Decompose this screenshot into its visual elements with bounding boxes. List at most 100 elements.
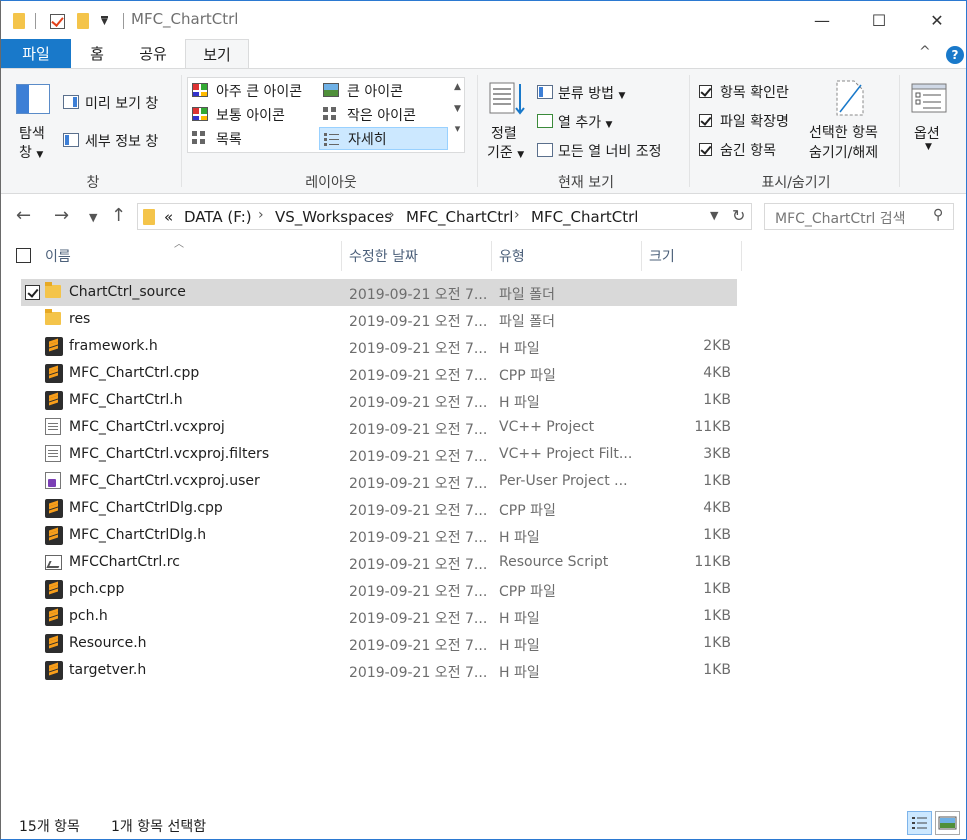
layout-extra-large-icons[interactable]: 아주 큰 아이콘	[188, 79, 320, 102]
fit-columns-button[interactable]: 모든 열 너비 조정	[558, 141, 662, 161]
add-column-button[interactable]: 열 추가 ▼	[558, 112, 612, 132]
search-icon[interactable]: ⚲	[933, 207, 943, 223]
layout-list[interactable]: 목록	[188, 127, 320, 150]
search-input[interactable]: MFC_ChartCtrl 검색 ⚲	[764, 203, 954, 230]
options-icon[interactable]	[911, 83, 947, 115]
back-arrow-icon[interactable]: ←	[16, 205, 31, 226]
address-history-chevron-icon[interactable]: ▼	[710, 209, 718, 222]
table-row[interactable]: pch.cpp 2019-09-21 오전 7... CPP 파일 1KB	[21, 576, 737, 603]
tab-view[interactable]: 보기	[185, 39, 249, 69]
layout-large-icons[interactable]: 큰 아이콘	[319, 79, 447, 102]
details-icon	[324, 132, 340, 146]
preview-pane-button[interactable]: 미리 보기 창	[85, 93, 158, 113]
row-checkbox[interactable]	[25, 285, 40, 300]
refresh-icon[interactable]: ↻	[732, 206, 745, 225]
breadcrumb-separator-icon[interactable]: ›	[389, 207, 395, 223]
divider	[689, 75, 690, 187]
sort-by-icon[interactable]	[489, 81, 525, 117]
table-row[interactable]: MFC_ChartCtrl.h 2019-09-21 오전 7... H 파일 1KB	[21, 387, 737, 414]
item-checkboxes-label[interactable]: 항목 확인란	[720, 82, 789, 102]
navigation-pane-icon[interactable]	[16, 84, 50, 114]
hidden-items-label[interactable]: 숨긴 항목	[720, 140, 776, 160]
table-row[interactable]: res 2019-09-21 오전 7... 파일 폴더	[21, 306, 737, 333]
table-row[interactable]: framework.h 2019-09-21 오전 7... H 파일 2KB	[21, 333, 737, 360]
layout-medium-icons[interactable]: 보통 아이콘	[188, 103, 320, 126]
table-row[interactable]: targetver.h 2019-09-21 오전 7... H 파일 1KB	[21, 657, 737, 684]
column-modified[interactable]: 수정한 날짜	[349, 246, 418, 266]
customize-quick-access-icon[interactable]: ▼	[101, 11, 108, 31]
column-size[interactable]: 크기	[649, 246, 675, 266]
table-row[interactable]: MFC_ChartCtrlDlg.h 2019-09-21 오전 7... H 파일…	[21, 522, 737, 549]
column-name[interactable]: 이름	[45, 246, 71, 266]
hide-selected-label-2[interactable]: 숨기기/해제	[809, 142, 878, 162]
minimize-button[interactable]: —	[793, 1, 851, 39]
select-all-checkbox[interactable]	[16, 248, 31, 263]
file-name: MFC_ChartCtrlDlg.cpp	[69, 500, 223, 516]
properties-checkbox-icon[interactable]	[50, 11, 65, 31]
divider[interactable]	[741, 241, 742, 271]
tab-share[interactable]: 공유	[123, 39, 183, 68]
breadcrumb-workspaces[interactable]: VS_Workspaces	[275, 208, 392, 226]
forward-arrow-icon[interactable]: →	[54, 205, 69, 226]
options-dropdown-icon[interactable]: ▼	[925, 142, 932, 152]
large-icons-view-button[interactable]	[935, 811, 960, 835]
details-view-button[interactable]	[907, 811, 932, 835]
divider[interactable]	[341, 241, 342, 271]
details-pane-button[interactable]: 세부 정보 창	[85, 131, 158, 151]
tab-home[interactable]: 홈	[71, 39, 123, 68]
table-row[interactable]: MFC_ChartCtrl.vcxproj.filters 2019-09-21 …	[21, 441, 737, 468]
file-name: MFC_ChartCtrl.cpp	[69, 365, 200, 381]
divider[interactable]	[491, 241, 492, 271]
breadcrumb-drive[interactable]: DATA (F:)	[184, 208, 252, 226]
breadcrumb-project[interactable]: MFC_ChartCtrl	[406, 208, 513, 226]
close-button[interactable]: ✕	[908, 1, 966, 39]
file-modified: 2019-09-21 오전 7...	[349, 476, 488, 492]
table-row[interactable]: pch.h 2019-09-21 오전 7... H 파일 1KB	[21, 603, 737, 630]
navigation-pane-label[interactable]: 탐색	[19, 123, 45, 143]
sublime-file-icon	[45, 391, 63, 410]
divider[interactable]	[641, 241, 642, 271]
collapse-ribbon-icon[interactable]: ^	[919, 44, 931, 60]
table-row[interactable]: MFC_ChartCtrl.cpp 2019-09-21 오전 7... CPP 파…	[21, 360, 737, 387]
table-row[interactable]: MFC_ChartCtrl.vcxproj 2019-09-21 오전 7... V…	[21, 414, 737, 441]
navigation-pane-label-2[interactable]: 창 ▼	[19, 142, 43, 162]
layout-gallery-scroll[interactable]: ▲ ▼ ▾	[450, 78, 465, 152]
table-row[interactable]: MFC_ChartCtrlDlg.cpp 2019-09-21 오전 7... CP…	[21, 495, 737, 522]
sort-by-label[interactable]: 정렬	[491, 123, 517, 143]
breadcrumb-current[interactable]: MFC_ChartCtrl	[531, 208, 638, 226]
breadcrumb-overflow[interactable]: «	[164, 208, 173, 226]
file-extensions-checkbox[interactable]	[699, 114, 712, 127]
table-row[interactable]: Resource.h 2019-09-21 오전 7... H 파일 1KB	[21, 630, 737, 657]
file-extensions-label[interactable]: 파일 확장명	[720, 111, 789, 131]
table-row[interactable]: MFCChartCtrl.rc 2019-09-21 오전 7... Resourc…	[21, 549, 737, 576]
hide-selected-label[interactable]: 선택한 항목	[809, 122, 878, 142]
file-size: 11KB	[694, 419, 731, 435]
group-by-button[interactable]: 분류 방법 ▼	[558, 83, 625, 103]
hidden-items-checkbox[interactable]	[699, 143, 712, 156]
item-checkboxes-checkbox[interactable]	[699, 85, 712, 98]
recent-locations-chevron-icon[interactable]: ▼	[89, 211, 97, 224]
group-label-layout: 레이아웃	[305, 175, 357, 191]
sort-ascending-icon: ︿	[174, 239, 184, 250]
sublime-file-icon	[45, 634, 63, 653]
up-arrow-icon[interactable]: ↑	[111, 205, 126, 226]
tab-file[interactable]: 파일	[1, 39, 71, 68]
table-row[interactable]: ChartCtrl_source 2019-09-21 오전 7... 파일 폴더	[21, 279, 737, 306]
file-modified: 2019-09-21 오전 7...	[349, 395, 488, 411]
layout-small-icons[interactable]: 작은 아이콘	[319, 103, 447, 126]
file-modified: 2019-09-21 오전 7...	[349, 611, 488, 627]
breadcrumb-separator-icon[interactable]: ›	[258, 207, 264, 223]
options-button[interactable]: 옵션	[914, 123, 940, 143]
address-bar[interactable]: « DATA (F:) › VS_Workspaces › MFC_ChartC…	[137, 203, 752, 230]
file-type: Per-User Project ...	[499, 473, 628, 489]
help-icon[interactable]: ?	[946, 46, 964, 64]
layout-details[interactable]: 자세히	[319, 127, 448, 150]
breadcrumb-separator-icon[interactable]: ›	[514, 207, 520, 223]
new-folder-icon[interactable]	[77, 11, 89, 31]
hide-selected-icon[interactable]	[834, 79, 866, 117]
column-type[interactable]: 유형	[499, 246, 525, 266]
table-row[interactable]: MFC_ChartCtrl.vcxproj.user 2019-09-21 오전 …	[21, 468, 737, 495]
vcxproj-icon	[45, 418, 61, 435]
sort-by-label-2[interactable]: 기준 ▼	[487, 142, 524, 162]
maximize-button[interactable]: ☐	[850, 1, 908, 39]
